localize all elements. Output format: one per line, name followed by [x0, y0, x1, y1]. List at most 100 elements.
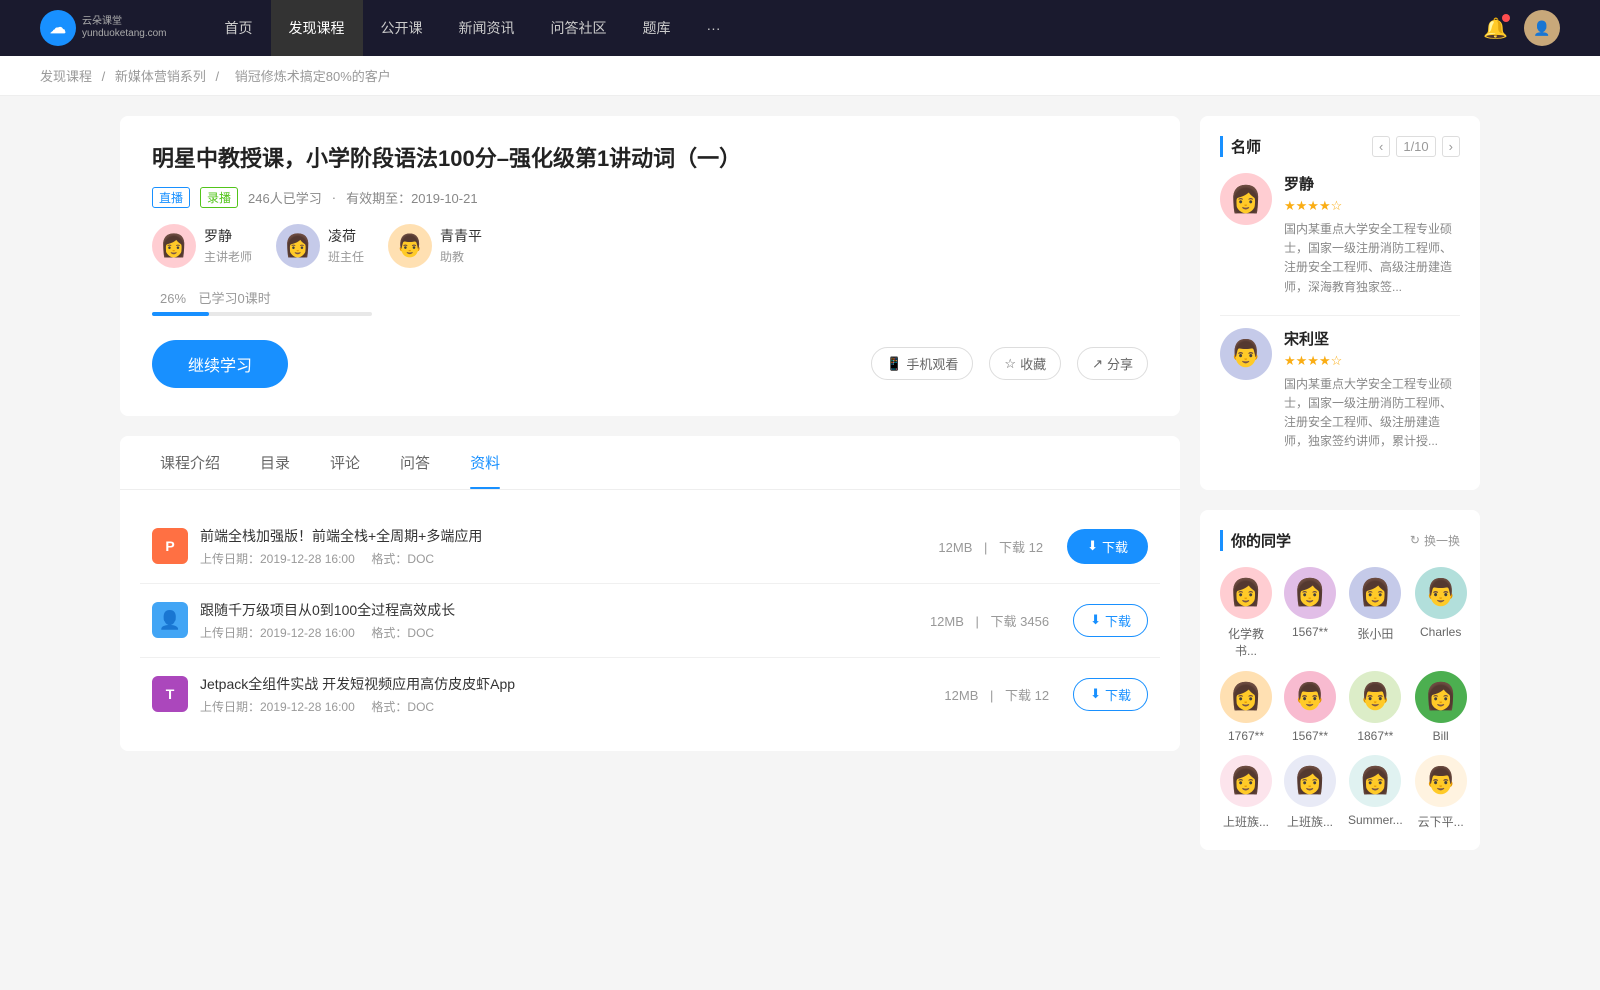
sidebar-teachers-title: 名师: [1220, 136, 1261, 157]
divider-1: [1220, 315, 1460, 316]
student-item-4: 👨 Charles: [1415, 567, 1467, 659]
tab-qa[interactable]: 问答: [380, 436, 450, 489]
tab-review[interactable]: 评论: [310, 436, 380, 489]
tab-catalog[interactable]: 目录: [240, 436, 310, 489]
sidebar-teacher-stars-2: ★★★★☆: [1284, 353, 1460, 369]
mobile-icon: 📱: [886, 356, 902, 372]
student-item-10: 👩 上班族...: [1284, 755, 1336, 830]
file-icon-t: T: [152, 676, 188, 712]
sidebar-students-card: 你的同学 ↻ 换一换 👩 化学教书... 👩 1567** 👩: [1200, 510, 1480, 850]
user-avatar[interactable]: 👤: [1524, 10, 1560, 46]
share-button[interactable]: ↗ 分享: [1077, 347, 1148, 380]
student-item-6: 👨 1567**: [1284, 671, 1336, 743]
student-avatar-3: 👩: [1349, 567, 1401, 619]
nav-item-more[interactable]: ···: [689, 0, 739, 56]
valid-until: 有效期至：2019-10-21: [346, 188, 478, 207]
refresh-icon: ↻: [1410, 533, 1420, 547]
student-name-3: 张小田: [1357, 625, 1393, 642]
star-icon: ☆: [1004, 356, 1016, 372]
file-stats-2: 12MB | 下载 3456: [926, 611, 1053, 630]
file-item-2: 👤 跟随千万级项目从0到100全过程高效成长 上传日期：2019-12-28 1…: [140, 584, 1160, 658]
collect-button[interactable]: ☆ 收藏: [989, 347, 1061, 380]
file-icon-p: P: [152, 528, 188, 564]
prev-page-button[interactable]: ‹: [1372, 136, 1390, 157]
student-name-10: 上班族...: [1287, 813, 1333, 830]
progress-label: 26% 已学习0课时: [152, 288, 1148, 308]
download-button-1[interactable]: ⬇ 下载: [1067, 529, 1148, 564]
nav-item-home[interactable]: 首页: [207, 0, 271, 56]
student-name-12: 云下平...: [1418, 813, 1464, 830]
sidebar-teacher-1: 👩 罗静 ★★★★☆ 国内某重点大学安全工程专业硕士，国家一级注册消防工程师、注…: [1220, 173, 1460, 297]
student-name-7: 1867**: [1357, 729, 1393, 743]
course-actions: 继续学习 📱 手机观看 ☆ 收藏 ↗ 分享: [152, 340, 1148, 388]
nav-item-open[interactable]: 公开课: [363, 0, 441, 56]
student-item-12: 👨 云下平...: [1415, 755, 1467, 830]
teacher-info-2: 凌荷 班主任: [328, 226, 364, 265]
sidebar-teachers-card: 名师 ‹ 1/10 › 👩 罗静 ★★★★☆ 国内某重点大学安全工程专业硕士，国…: [1200, 116, 1480, 490]
tag-live: 直播: [152, 187, 190, 208]
sidebar-teacher-stars-1: ★★★★☆: [1284, 198, 1460, 214]
tab-intro[interactable]: 课程介绍: [140, 436, 240, 489]
continue-learning-button[interactable]: 继续学习: [152, 340, 288, 388]
logo-icon: ☁: [40, 10, 76, 46]
mobile-view-button[interactable]: 📱 手机观看: [871, 347, 973, 380]
teacher-avatar-1: 👩: [152, 224, 196, 268]
sidebar-teacher-desc-1: 国内某重点大学安全工程专业硕士，国家一级注册消防工程师、注册安全工程师、高级注册…: [1284, 220, 1460, 297]
student-item-5: 👩 1767**: [1220, 671, 1272, 743]
student-name-9: 上班族...: [1223, 813, 1269, 830]
student-avatar-10: 👩: [1284, 755, 1336, 807]
teacher-info-1: 罗静 主讲老师: [204, 226, 252, 265]
nav-item-discover[interactable]: 发现课程: [271, 0, 363, 56]
file-icon-user: 👤: [152, 602, 188, 638]
progress-bar-bg: [152, 312, 372, 316]
file-item-1: P 前端全栈加强版！前端全栈+全周期+多端应用 上传日期：2019-12-28 …: [140, 510, 1160, 584]
student-item-7: 👨 1867**: [1348, 671, 1403, 743]
refresh-students-button[interactable]: ↻ 换一换: [1410, 532, 1460, 549]
nav-item-questions[interactable]: 题库: [625, 0, 689, 56]
download-button-3[interactable]: ⬇ 下载: [1073, 678, 1148, 711]
file-name-2: 跟随千万级项目从0到100全过程高效成长: [200, 600, 926, 620]
breadcrumb-item-2[interactable]: 新媒体营销系列: [115, 69, 206, 84]
student-item-3: 👩 张小田: [1348, 567, 1403, 659]
course-card: 明星中教授课，小学阶段语法100分–强化级第1讲动词（一） 直播 录播 246人…: [120, 116, 1180, 416]
nav-items: 首页 发现课程 公开课 新闻资讯 问答社区 题库 ···: [207, 0, 1484, 56]
logo[interactable]: ☁ 云朵课堂 yunduoketang.com: [40, 10, 167, 46]
file-name-1: 前端全栈加强版！前端全栈+全周期+多端应用: [200, 526, 934, 546]
sidebar-teachers-header: 名师 ‹ 1/10 ›: [1220, 136, 1460, 157]
next-page-button[interactable]: ›: [1442, 136, 1460, 157]
tag-record: 录播: [200, 187, 238, 208]
sidebar-teacher-info-1: 罗静 ★★★★☆ 国内某重点大学安全工程专业硕士，国家一级注册消防工程师、注册安…: [1284, 173, 1460, 297]
nav-item-news[interactable]: 新闻资讯: [441, 0, 533, 56]
notification-dot: [1502, 14, 1510, 22]
nav-item-qa[interactable]: 问答社区: [533, 0, 625, 56]
download-button-2[interactable]: ⬇ 下载: [1073, 604, 1148, 637]
student-name-2: 1567**: [1292, 625, 1328, 639]
teacher-info-3: 青青平 助教: [440, 226, 482, 265]
student-avatar-9: 👩: [1220, 755, 1272, 807]
bell-icon[interactable]: 🔔: [1483, 16, 1508, 41]
teachers-list: 👩 罗静 主讲老师 👩 凌荷 班主任: [152, 224, 1148, 268]
file-meta-3: 上传日期：2019-12-28 16:00 格式：DOC: [200, 698, 940, 715]
breadcrumb-item-1[interactable]: 发现课程: [40, 69, 92, 84]
tab-materials[interactable]: 资料: [450, 436, 520, 489]
action-buttons: 📱 手机观看 ☆ 收藏 ↗ 分享: [871, 347, 1148, 380]
student-name-5: 1767**: [1228, 729, 1264, 743]
file-meta-2: 上传日期：2019-12-28 16:00 格式：DOC: [200, 624, 926, 641]
sidebar-students-header: 你的同学 ↻ 换一换: [1220, 530, 1460, 551]
teacher-item-3: 👨 青青平 助教: [388, 224, 482, 268]
file-item-3: T Jetpack全组件实战 开发短视频应用高仿皮皮虾App 上传日期：2019…: [140, 658, 1160, 731]
file-meta-1: 上传日期：2019-12-28 16:00 格式：DOC: [200, 550, 934, 567]
file-info-2: 跟随千万级项目从0到100全过程高效成长 上传日期：2019-12-28 16:…: [200, 600, 926, 641]
download-icon-3: ⬇: [1090, 686, 1101, 702]
tabs-content: P 前端全栈加强版！前端全栈+全周期+多端应用 上传日期：2019-12-28 …: [120, 490, 1180, 751]
sidebar-pagination: ‹ 1/10 ›: [1372, 136, 1460, 157]
progress-section: 26% 已学习0课时: [152, 288, 1148, 316]
logo-text: 云朵课堂 yunduoketang.com: [82, 16, 167, 40]
file-stats-3: 12MB | 下载 12: [940, 685, 1053, 704]
student-avatar-2: 👩: [1284, 567, 1336, 619]
sidebar-students-title: 你的同学: [1220, 530, 1291, 551]
course-title: 明星中教授课，小学阶段语法100分–强化级第1讲动词（一）: [152, 144, 1148, 175]
student-avatar-1: 👩: [1220, 567, 1272, 619]
student-count: 246人已学习: [248, 188, 322, 207]
student-name-4: Charles: [1420, 625, 1461, 639]
